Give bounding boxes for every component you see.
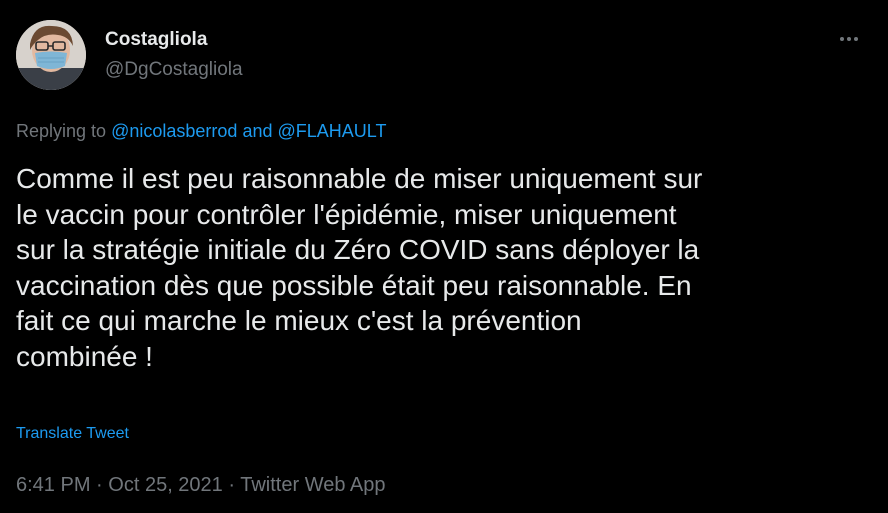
- source-app-link[interactable]: Twitter Web App: [240, 474, 385, 496]
- translate-tweet-link[interactable]: Translate Tweet: [16, 425, 129, 443]
- replying-to-line: Replying to @nicolasberrod and @FLAHAULT: [16, 121, 386, 142]
- mention-link[interactable]: @nicolasberrod: [111, 121, 237, 141]
- author-name[interactable]: Costagliola: [105, 29, 207, 51]
- tweet-date: Oct 25, 2021: [108, 474, 223, 496]
- tweet-metadata: 6:41 PM · Oct 25, 2021 · Twitter Web App: [16, 474, 386, 497]
- mention-link[interactable]: @FLAHAULT: [278, 121, 387, 141]
- meta-separator: ·: [96, 474, 103, 496]
- timestamp-link[interactable]: 6:41 PM · Oct 25, 2021: [16, 474, 223, 496]
- meta-separator: ·: [228, 474, 236, 496]
- tweet-card: Costagliola @DgCostagliola Replying to @…: [0, 0, 888, 513]
- more-horizontal-icon: [840, 37, 844, 41]
- tweet-time: 6:41 PM: [16, 474, 91, 496]
- author-handle[interactable]: @DgCostagliola: [105, 59, 243, 81]
- more-horizontal-icon-dot: [847, 37, 851, 41]
- replying-to-label: Replying to: [16, 121, 107, 141]
- avatar-image: [16, 20, 86, 90]
- more-options-button[interactable]: [834, 26, 864, 52]
- mention-conjunction: and: [242, 121, 273, 141]
- avatar[interactable]: [16, 20, 86, 90]
- more-horizontal-icon-dot: [854, 37, 858, 41]
- tweet-text: Comme il est peu raisonnable de miser un…: [16, 163, 703, 372]
